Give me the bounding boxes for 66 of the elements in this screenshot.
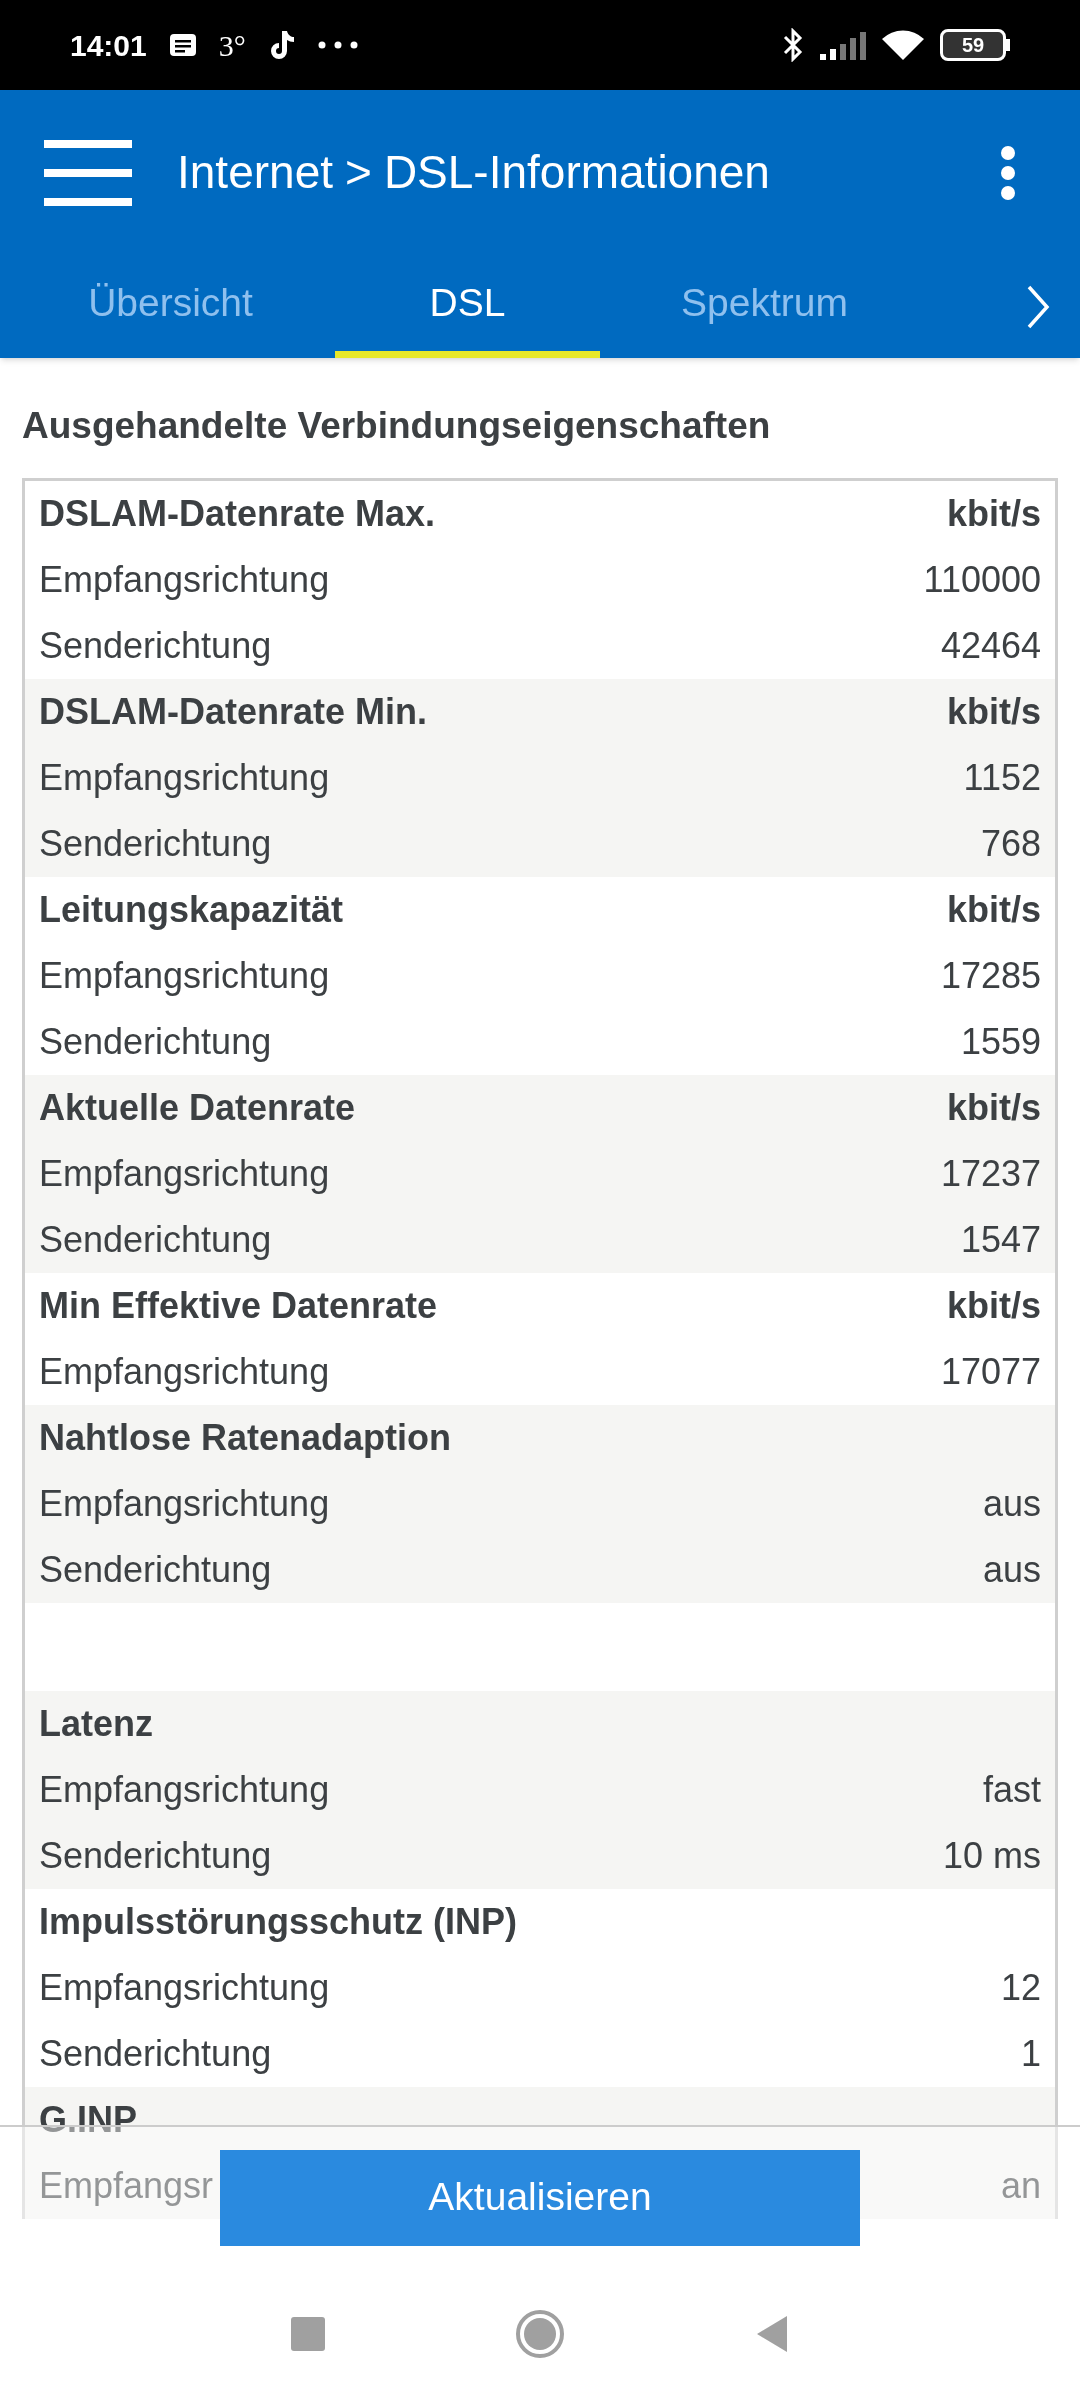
refresh-button[interactable]: Aktualisieren <box>220 2149 860 2246</box>
row-label: Senderichtung <box>39 821 272 866</box>
row-label: Empfangsrichtung <box>39 1481 330 1526</box>
row-value: 1559 <box>960 1019 1041 1064</box>
row-label: Senderichtung <box>39 623 272 668</box>
row-value: an <box>1000 2163 1041 2208</box>
row-value: fast <box>982 1767 1041 1812</box>
menu-icon[interactable] <box>44 139 132 206</box>
page-title: DSL-Informationen <box>383 145 770 200</box>
group-title: Min Effektive Datenrate <box>39 1283 438 1328</box>
bluetooth-icon <box>782 28 804 62</box>
row-label: Empfangsrichtung <box>39 557 330 602</box>
group-title: Leitungskapazität <box>39 887 344 932</box>
breadcrumb-separator: > <box>345 145 372 200</box>
notification-text: 3° <box>218 27 246 64</box>
row-value: 42464 <box>940 623 1041 668</box>
row-label: Empfangsr <box>39 2163 214 2208</box>
group-title: Aktuelle Datenrate <box>39 1085 356 1130</box>
tab[interactable]: Spektrum <box>632 255 897 358</box>
unit-label: kbit/s <box>946 1283 1041 1328</box>
group-title: Latenz <box>39 1701 153 1746</box>
home-icon[interactable] <box>515 2309 565 2359</box>
unit-label: kbit/s <box>946 491 1041 536</box>
row-value: aus <box>982 1547 1041 1592</box>
signal-icon <box>820 30 866 60</box>
row-label: Empfangsrichtung <box>39 1349 330 1394</box>
row-label: Empfangsrichtung <box>39 1767 330 1812</box>
row-label: Empfangsrichtung <box>39 755 330 800</box>
row-value: 17237 <box>940 1151 1041 1196</box>
more-icon <box>317 41 358 49</box>
row-label: Senderichtung <box>39 1019 272 1064</box>
row-label: Empfangsrichtung <box>39 953 330 998</box>
section-title: Ausgehandelte Verbindungseigenschaften <box>21 404 772 448</box>
row-value: 1547 <box>960 1217 1041 1262</box>
more-vertical-icon[interactable] <box>1000 144 1016 201</box>
row-value: 1152 <box>963 755 1041 800</box>
row-label: Senderichtung <box>39 1217 272 1262</box>
wifi-icon <box>882 29 924 61</box>
message-icon <box>168 33 197 57</box>
back-icon[interactable] <box>755 2314 789 2354</box>
battery-level-text: 59 <box>961 33 985 58</box>
row-value: 10 ms <box>942 1833 1041 1878</box>
row-value: aus <box>982 1481 1041 1526</box>
group-title: DSLAM-Datenrate Max. <box>39 491 436 536</box>
row-value: 17077 <box>940 1349 1041 1394</box>
row-value: 768 <box>980 821 1041 866</box>
chevron-right-icon[interactable] <box>1026 283 1050 330</box>
unit-label: kbit/s <box>946 887 1041 932</box>
row-value: 12 <box>1000 1965 1041 2010</box>
row-label: Empfangsrichtung <box>39 1965 330 2010</box>
status-time: 14:01 <box>70 27 147 64</box>
unit-label: kbit/s <box>946 689 1041 734</box>
group-title: Nahtlose Ratenadaption <box>39 1415 452 1460</box>
row-label: Senderichtung <box>39 2031 272 2076</box>
row-label: Senderichtung <box>39 1547 272 1592</box>
row-label: Senderichtung <box>39 1833 272 1878</box>
unit-label: kbit/s <box>946 1085 1041 1130</box>
row-value: 110000 <box>923 557 1041 602</box>
group-title: Impulsstörungsschutz (INP) <box>39 1899 518 1944</box>
tab[interactable]: DSL <box>335 255 600 358</box>
group-title: DSLAM-Datenrate Min. <box>39 689 428 734</box>
row-value: 17285 <box>940 953 1041 998</box>
tab[interactable]: Übersicht <box>38 255 303 358</box>
breadcrumb-parent[interactable]: Internet <box>177 138 333 207</box>
row-value: 1 <box>1020 2031 1041 2076</box>
row-label: Empfangsrichtung <box>39 1151 330 1196</box>
